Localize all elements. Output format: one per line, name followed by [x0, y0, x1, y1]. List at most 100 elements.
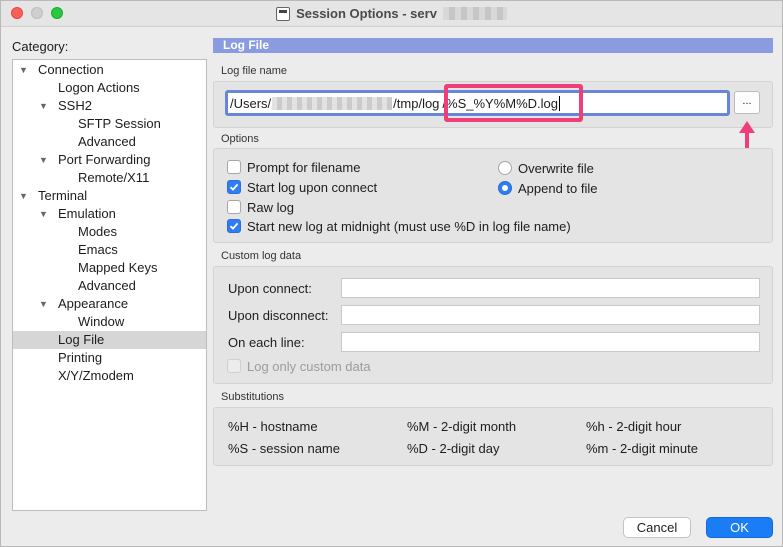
- prompt-for-filename-label: Prompt for filename: [247, 159, 361, 175]
- close-window-button[interactable]: [11, 7, 23, 19]
- tree-item-emulation-advanced[interactable]: Advanced: [13, 277, 206, 295]
- substitution-hostname: %H - hostname: [228, 419, 318, 434]
- app-icon: [276, 6, 291, 21]
- tree-item-label: Emacs: [78, 242, 118, 257]
- tree-item-remote-x11[interactable]: Remote/X11: [13, 169, 206, 187]
- substitution-session-name: %S - session name: [228, 441, 340, 456]
- log-only-custom-data-label: Log only custom data: [247, 358, 371, 374]
- expanded-arrow-icon[interactable]: ▼: [19, 61, 29, 79]
- ok-button[interactable]: OK: [706, 517, 773, 538]
- tree-item-label: Modes: [78, 224, 118, 239]
- tree-item-terminal[interactable]: ▼ Terminal: [13, 187, 206, 205]
- raw-log-label: Raw log: [247, 199, 294, 215]
- tree-item-label: SFTP Session: [78, 116, 161, 131]
- tree-item-label: Remote/X11: [78, 170, 150, 185]
- tree-item-xyzmodem[interactable]: X/Y/Zmodem: [13, 367, 206, 385]
- window-controls: [11, 7, 63, 19]
- path-suffix: /%S_%Y%M%D.log: [442, 95, 559, 111]
- substitution-hour: %h - 2-digit hour: [586, 419, 682, 434]
- window-title: Session Options - serv: [296, 6, 437, 21]
- expanded-arrow-icon[interactable]: ▼: [39, 205, 49, 223]
- substitutions-label: Substitutions: [221, 391, 284, 403]
- browse-button[interactable]: ...: [734, 91, 760, 114]
- options-label: Options: [221, 133, 259, 145]
- overwrite-file-radio[interactable]: [498, 161, 512, 175]
- section-header: Log File: [213, 38, 773, 53]
- on-each-line-input[interactable]: [341, 332, 760, 352]
- substitution-month: %M - 2-digit month: [407, 419, 517, 434]
- start-new-log-at-midnight-label: Start new log at midnight (must use %D i…: [247, 218, 571, 234]
- log-file-path-input[interactable]: /Users/ /tmp/log /%S_%Y%M%D.log: [225, 90, 730, 116]
- tree-item-label: Printing: [58, 350, 103, 365]
- path-middle: /tmp/log: [393, 95, 440, 111]
- overwrite-file-label: Overwrite file: [518, 160, 594, 176]
- title-wrap: Session Options - serv: [276, 6, 507, 21]
- expanded-arrow-icon[interactable]: ▼: [39, 295, 49, 313]
- upon-disconnect-input[interactable]: [341, 305, 760, 325]
- upon-connect-input[interactable]: [341, 278, 760, 298]
- tree-item-log-file[interactable]: Log File: [13, 331, 206, 349]
- tree-item-label: Logon Actions: [58, 80, 140, 95]
- minimize-window-button[interactable]: [31, 7, 43, 19]
- on-each-line-label: On each line:: [228, 335, 305, 350]
- title-bar: Session Options - serv: [1, 1, 782, 27]
- substitution-minute: %m - 2-digit minute: [586, 441, 698, 456]
- append-to-file-option[interactable]: Append to file: [498, 179, 598, 197]
- overwrite-file-option[interactable]: Overwrite file: [498, 159, 594, 177]
- start-log-upon-connect-checkbox[interactable]: [227, 180, 241, 194]
- tree-item-port-forwarding[interactable]: ▼ Port Forwarding: [13, 151, 206, 169]
- log-only-custom-data-option: Log only custom data: [227, 357, 371, 375]
- expanded-arrow-icon[interactable]: ▼: [19, 187, 29, 205]
- path-prefix: /Users/: [230, 95, 272, 111]
- log-only-custom-data-checkbox: [227, 359, 241, 373]
- start-log-upon-connect-option[interactable]: Start log upon connect: [227, 178, 377, 196]
- append-to-file-label: Append to file: [518, 180, 598, 196]
- start-log-upon-connect-label: Start log upon connect: [247, 179, 378, 195]
- tree-item-ssh2-advanced[interactable]: Advanced: [13, 133, 206, 151]
- custom-log-data-label: Custom log data: [221, 250, 302, 262]
- prompt-for-filename-option[interactable]: Prompt for filename: [227, 158, 360, 176]
- substitution-day: %D - 2-digit day: [407, 441, 500, 456]
- tree-item-label: X/Y/Zmodem: [58, 368, 134, 383]
- tree-item-modes[interactable]: Modes: [13, 223, 206, 241]
- substitutions-group: [213, 407, 773, 466]
- redacted-username: [272, 96, 393, 110]
- tree-item-window[interactable]: Window: [13, 313, 206, 331]
- category-label: Category:: [12, 39, 69, 54]
- raw-log-checkbox[interactable]: [227, 200, 241, 214]
- raw-log-option[interactable]: Raw log: [227, 198, 294, 216]
- zoom-window-button[interactable]: [51, 7, 63, 19]
- tree-item-ssh2[interactable]: ▼ SSH2: [13, 97, 206, 115]
- tree-item-label: Appearance: [58, 296, 129, 311]
- tree-item-label: Mapped Keys: [78, 260, 158, 275]
- start-new-log-at-midnight-checkbox[interactable]: [227, 219, 241, 233]
- tree-item-label: Advanced: [78, 278, 136, 293]
- redacted-hostname: [442, 7, 507, 20]
- tree-item-label: Emulation: [58, 206, 116, 221]
- tree-item-emulation[interactable]: ▼ Emulation: [13, 205, 206, 223]
- tree-item-emacs[interactable]: Emacs: [13, 241, 206, 259]
- expanded-arrow-icon[interactable]: ▼: [39, 97, 49, 115]
- session-options-dialog: Session Options - serv Category: ▼ Conne…: [0, 0, 783, 547]
- tree-item-label: SSH2: [58, 98, 92, 113]
- tree-item-mapped-keys[interactable]: Mapped Keys: [13, 259, 206, 277]
- upon-connect-label: Upon connect:: [228, 281, 312, 296]
- tree-item-label: Port Forwarding: [58, 152, 151, 167]
- tree-item-label: Connection: [38, 62, 104, 77]
- tree-item-connection[interactable]: ▼ Connection: [13, 61, 206, 79]
- tree-item-label: Log File: [58, 332, 105, 347]
- text-cursor: [559, 95, 561, 111]
- tree-item-printing[interactable]: Printing: [13, 349, 206, 367]
- expanded-arrow-icon[interactable]: ▼: [39, 151, 49, 169]
- tree-item-appearance[interactable]: ▼ Appearance: [13, 295, 206, 313]
- tree-item-label: Advanced: [78, 134, 136, 149]
- cancel-button[interactable]: Cancel: [623, 517, 691, 538]
- append-to-file-radio[interactable]: [498, 181, 512, 195]
- tree-item-sftp-session[interactable]: SFTP Session: [13, 115, 206, 133]
- log-file-name-label: Log file name: [221, 65, 288, 77]
- prompt-for-filename-checkbox[interactable]: [227, 160, 241, 174]
- tree-item-logon-actions[interactable]: Logon Actions: [13, 79, 206, 97]
- start-new-log-at-midnight-option[interactable]: Start new log at midnight (must use %D i…: [227, 217, 571, 235]
- tree-item-label: Terminal: [38, 188, 88, 203]
- category-tree[interactable]: ▼ Connection Logon Actions ▼ SSH2 SFTP S…: [12, 59, 207, 511]
